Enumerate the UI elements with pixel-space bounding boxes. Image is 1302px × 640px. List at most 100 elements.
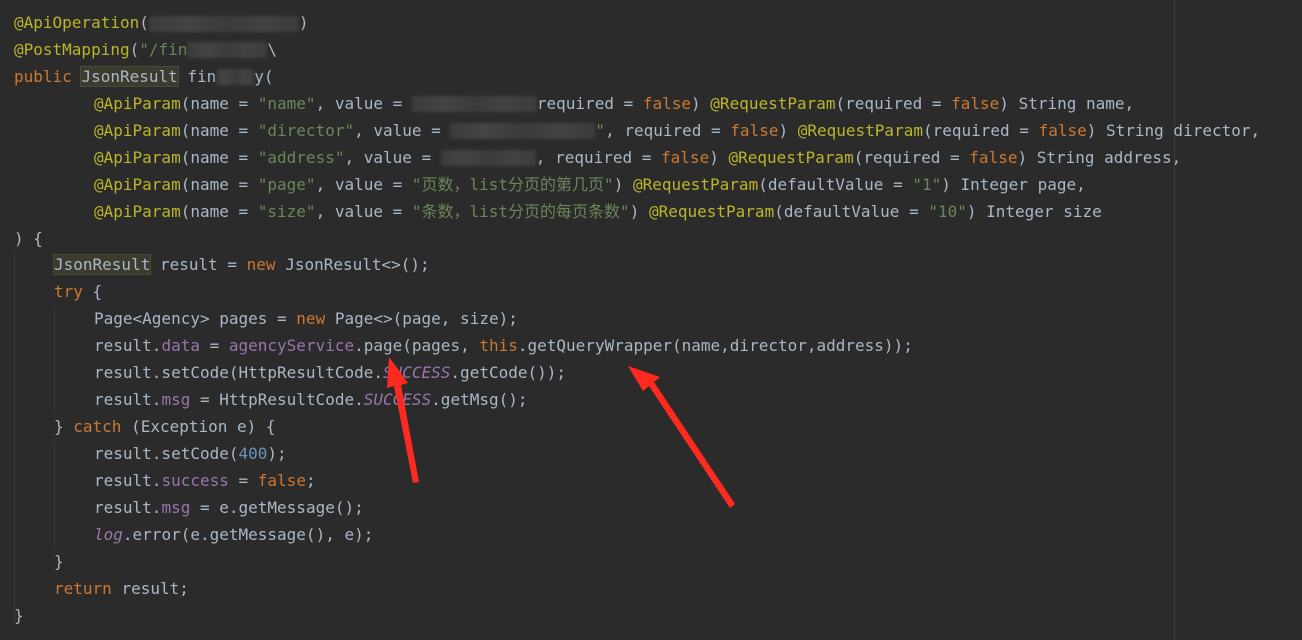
code-line[interactable]: result.setCode(HttpResultCode.SUCCESS.ge… <box>14 360 1260 387</box>
code-token: (required = <box>853 147 970 167</box>
field-token: msg <box>161 497 191 517</box>
code-token: = e.getMessage(); <box>190 497 364 517</box>
code-token: \ <box>267 39 278 59</box>
keyword-token: catch <box>73 417 132 437</box>
code-token: ) <box>613 174 633 194</box>
code-line[interactable]: result.msg = HttpResultCode.SUCCESS.getM… <box>14 387 1260 414</box>
code-token: Page<Agency> pages = <box>94 309 297 329</box>
string-token: "director" <box>257 120 355 140</box>
keyword-token: false <box>1038 120 1087 140</box>
code-token: (defaultValue = <box>758 174 913 194</box>
code-line[interactable]: @ApiParam(name = "address", value = , re… <box>14 145 1260 172</box>
code-line[interactable]: } <box>14 549 1260 576</box>
string-token: "name" <box>257 93 316 113</box>
redacted-text <box>216 69 255 86</box>
code-line[interactable]: try { <box>14 279 1260 306</box>
string-token: "address" <box>257 147 345 167</box>
code-line[interactable]: result.data = agencyService.page(pages, … <box>14 333 1260 360</box>
code-token: ; <box>305 470 316 490</box>
code-token: result.setCode( <box>94 444 239 463</box>
annotation-token: @RequestParam <box>632 174 759 194</box>
code-token: (name = <box>180 147 258 167</box>
field-token: msg <box>161 390 191 410</box>
code-line[interactable]: @ApiParam(name = "name", value = require… <box>14 91 1260 118</box>
code-line[interactable]: ) { <box>14 226 1260 253</box>
code-line[interactable]: @ApiOperation() <box>14 10 1260 37</box>
keyword-token: new <box>296 309 335 329</box>
annotation-token: @RequestParam <box>797 120 923 140</box>
code-token: = <box>228 470 258 490</box>
keyword-token: false <box>730 120 779 140</box>
code-token: ) { <box>14 228 43 248</box>
annotation-token: @ApiParam <box>94 120 181 140</box>
string-token: "/fin <box>139 39 188 59</box>
static-field-token: log <box>94 524 123 544</box>
code-line[interactable]: log.error(e.getMessage(), e); <box>14 522 1260 549</box>
code-line[interactable]: } <box>14 603 1260 630</box>
code-token: (name = <box>180 201 258 221</box>
code-line[interactable]: @ApiParam(name = "size", value = "条数，lis… <box>14 199 1260 226</box>
code-token: ) Integer page, <box>941 174 1086 194</box>
code-token: result = <box>150 255 247 275</box>
code-editor[interactable]: @ApiOperation() @PostMapping("/fin \ publ… <box>0 0 1302 640</box>
code-token: ) String name, <box>999 93 1135 113</box>
redacted-text <box>450 123 596 140</box>
annotation-token: @RequestParam <box>710 93 836 113</box>
code-token: = HttpResultCode. <box>190 390 364 410</box>
annotation-token: @PostMapping <box>14 39 130 59</box>
string-token: "size" <box>257 201 316 221</box>
code-token: .getQueryWrapper(name,director,address))… <box>517 336 913 356</box>
code-line[interactable]: @ApiParam(name = "director", value = ", … <box>14 118 1260 145</box>
field-token: success <box>161 470 229 490</box>
code-token: ) Integer size <box>966 201 1102 221</box>
code-token: (name = <box>180 120 258 140</box>
code-line[interactable]: result.success = false; <box>14 468 1260 495</box>
redacted-text <box>187 42 268 59</box>
code-token: fin <box>177 66 217 86</box>
keyword-token: return <box>54 578 122 598</box>
field-token: agencyService <box>228 336 355 356</box>
keyword-token: false <box>257 470 306 490</box>
code-token: } <box>54 551 64 571</box>
code-token: ) String address, <box>1017 147 1182 167</box>
code-token: { <box>92 282 103 302</box>
static-field-token: SUCCESS <box>382 363 451 383</box>
code-token: } <box>54 417 74 437</box>
annotation-token: @ApiParam <box>94 147 181 167</box>
string-token: "条数，list分页的每页条数" <box>411 201 630 221</box>
code-token: (name = <box>180 174 258 194</box>
code-token: result. <box>94 497 162 517</box>
number-token: 400 <box>238 444 268 463</box>
code-token: y( <box>254 66 274 86</box>
code-token: ( <box>139 13 149 32</box>
keyword-token: false <box>951 93 1000 113</box>
string-token: "10" <box>928 201 967 221</box>
code-token: , required = <box>535 147 662 167</box>
code-line[interactable]: Page<Agency> pages = new Page<>(page, si… <box>14 306 1260 333</box>
redacted-text <box>148 15 299 32</box>
code-line[interactable]: result.setCode(400); <box>14 441 1260 468</box>
code-token: ( <box>129 39 140 59</box>
code-token: JsonResult<>(); <box>285 255 430 275</box>
keyword-token: new <box>246 255 286 275</box>
keyword-token: false <box>969 147 1018 167</box>
code-token: result. <box>94 470 162 490</box>
code-line[interactable]: @PostMapping("/fin \ <box>14 37 1260 64</box>
code-token: ) <box>709 147 729 167</box>
code-line[interactable]: JsonResult result = new JsonResult<>(); <box>14 252 1260 279</box>
string-token: "page" <box>257 174 316 194</box>
annotation-token: @ApiOperation <box>14 13 140 32</box>
code-token: ) String director, <box>1086 120 1261 140</box>
code-token: (name = <box>180 93 258 113</box>
code-line[interactable]: return result; <box>14 576 1260 603</box>
code-token: .getMsg(); <box>431 390 528 410</box>
code-line[interactable]: @ApiParam(name = "page", value = "页数，lis… <box>14 172 1260 199</box>
code-token: , value = <box>315 174 412 194</box>
code-token: , value = <box>344 147 441 167</box>
annotation-token: @RequestParam <box>728 147 854 167</box>
code-line[interactable]: public JsonResult fin y( <box>14 64 1260 91</box>
code-line[interactable]: result.msg = e.getMessage(); <box>14 495 1260 522</box>
code-token: } <box>14 605 24 625</box>
code-lines[interactable]: @ApiOperation() @PostMapping("/fin \ publ… <box>14 10 1260 630</box>
code-line[interactable]: } catch (Exception e) { <box>14 414 1260 441</box>
